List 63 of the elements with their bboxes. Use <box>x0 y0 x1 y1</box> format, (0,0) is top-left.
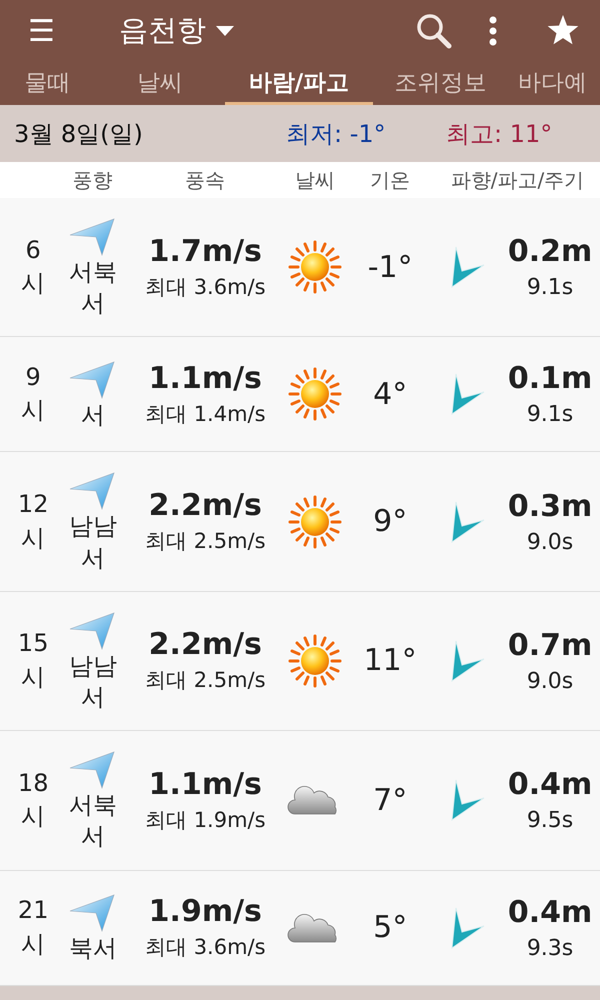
temperature: 11° <box>362 643 418 678</box>
wave-period: 9.3s <box>526 936 574 960</box>
max-wind-speed: 최대 2.5m/s <box>145 667 266 694</box>
sun-icon <box>288 634 342 688</box>
max-wind-speed: 최대 1.4m/s <box>145 400 266 428</box>
tab[interactable]: 물때 <box>0 62 95 105</box>
wave-period: 9.5s <box>526 808 574 834</box>
wind-direction: 서북서 <box>68 790 118 852</box>
star-icon[interactable] <box>546 15 580 47</box>
location-dropdown[interactable]: 읍천항 <box>118 11 234 51</box>
caret-icon <box>216 26 234 36</box>
wind-direction: 북서 <box>68 932 118 964</box>
temperature: 7° <box>372 782 408 818</box>
sun-icon <box>288 240 342 294</box>
column-header: 파향/파고/주기 <box>450 166 586 194</box>
temperature: -1° <box>366 250 414 285</box>
wind-direction: 남남서 <box>68 650 118 713</box>
tab[interactable]: 조위정보 <box>373 62 508 105</box>
wind-speed: 2.2m/s <box>148 627 262 662</box>
max-wind-speed: 최대 3.6m/s <box>145 934 266 961</box>
column-header: 날씨 <box>294 166 336 194</box>
column-header: 풍향 <box>72 166 114 194</box>
column-header: 기온 <box>369 166 411 194</box>
wave-height: 0.4m <box>508 767 592 802</box>
time-label: 9시 <box>20 362 46 426</box>
time-label: 12시 <box>16 488 50 554</box>
time-label: 18시 <box>16 768 50 832</box>
time-label: 6시 <box>20 234 46 300</box>
date-label: 3월 8일(일) <box>14 118 144 150</box>
low-temperature: 최저: -1° <box>286 118 387 150</box>
max-wind-speed: 최대 3.6m/s <box>145 274 266 301</box>
max-wind-speed: 최대 1.9m/s <box>145 806 266 834</box>
wave-period: 9.0s <box>526 530 574 555</box>
sun-icon <box>288 367 342 422</box>
wind-direction: 서 <box>80 400 106 431</box>
wind-direction: 남남서 <box>68 511 118 574</box>
temperature: 5° <box>372 910 408 945</box>
wave-period: 9.1s <box>526 275 574 300</box>
wind-speed: 1.1m/s <box>148 360 262 396</box>
wave-period: 9.0s <box>526 668 574 694</box>
wave-height: 0.3m <box>508 488 592 524</box>
wave-height: 0.2m <box>508 234 592 270</box>
wind-speed: 1.1m/s <box>148 766 262 802</box>
max-wind-speed: 최대 2.5m/s <box>145 528 266 556</box>
column-header: 풍속 <box>184 166 226 194</box>
tab[interactable]: 날씨 <box>95 62 225 105</box>
time-label: 21시 <box>16 894 50 960</box>
temperature: 4° <box>372 376 408 412</box>
wind-speed: 2.2m/s <box>148 488 262 524</box>
menu-button[interactable]: ☰ <box>28 14 55 48</box>
tab[interactable]: 바다예 <box>508 62 597 105</box>
wind-direction: 서북서 <box>68 257 118 320</box>
wave-height: 0.1m <box>508 361 592 396</box>
time-label: 15시 <box>16 628 50 693</box>
wave-period: 9.1s <box>526 402 574 428</box>
wave-height: 0.7m <box>508 628 592 663</box>
wind-speed: 1.9m/s <box>148 894 262 929</box>
sun-icon <box>288 494 342 549</box>
high-temperature: 최고: 11° <box>446 118 552 150</box>
more-options-icon[interactable] <box>488 15 498 47</box>
wind-speed: 1.7m/s <box>148 234 262 269</box>
temperature: 9° <box>372 504 408 540</box>
wave-height: 0.4m <box>508 894 592 930</box>
